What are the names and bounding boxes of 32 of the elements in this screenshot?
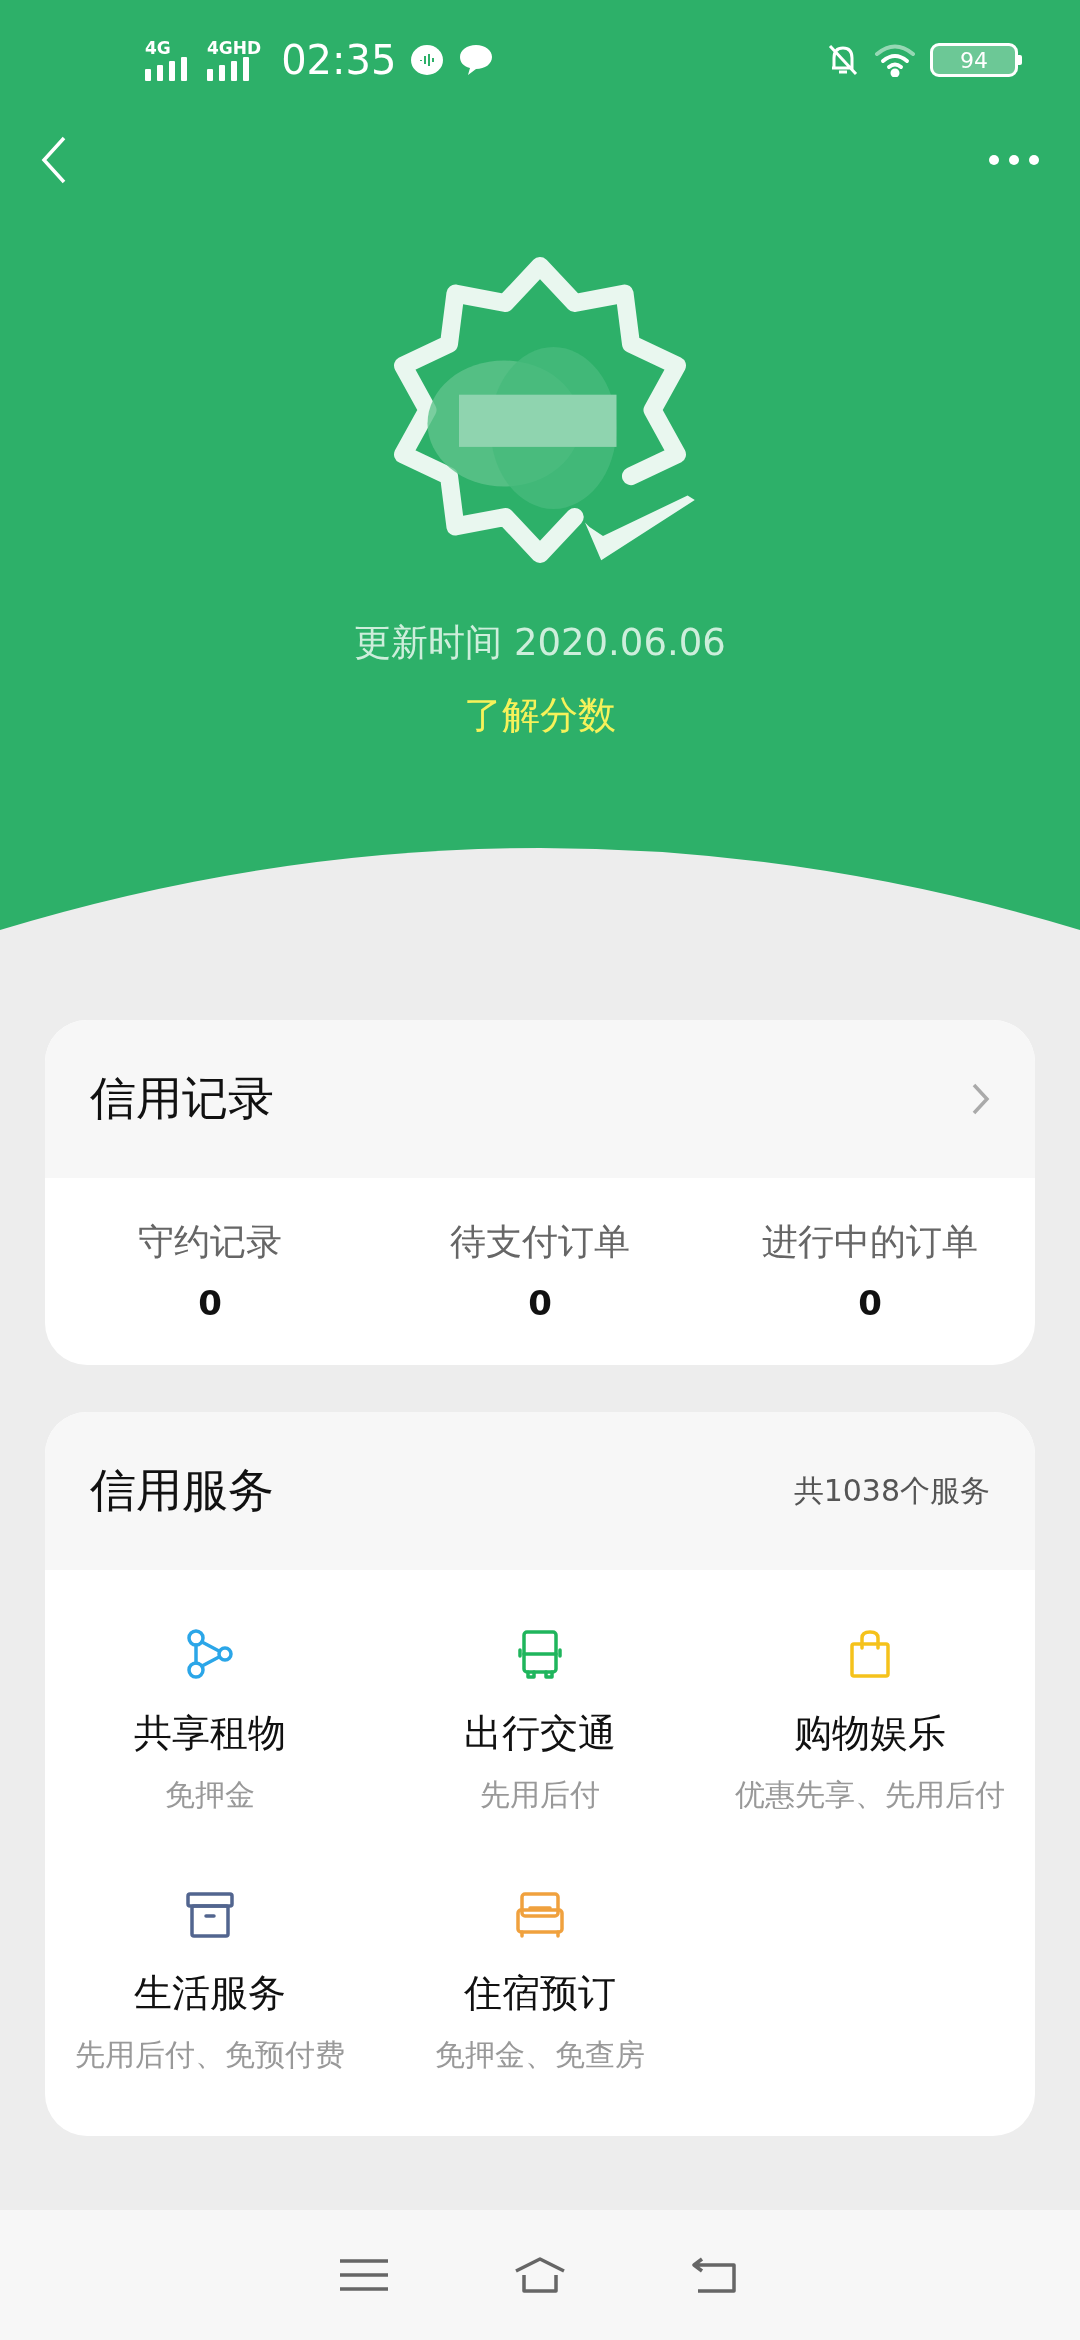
home-icon[interactable] bbox=[512, 2255, 568, 2295]
service-description: 免押金 bbox=[165, 1776, 255, 1814]
muted-bell-icon bbox=[826, 42, 860, 78]
service-name[interactable]: 购物娱乐 bbox=[794, 1708, 946, 1759]
stat-value: 0 bbox=[528, 1283, 552, 1323]
network-label: 4GHD bbox=[207, 39, 262, 57]
status-time: 02:35 bbox=[281, 37, 397, 83]
stat-label: 进行中的订单 bbox=[762, 1220, 978, 1264]
card-title: 信用记录 bbox=[90, 1070, 274, 1127]
service-description: 先用后付 bbox=[480, 1776, 600, 1814]
service-name[interactable]: 出行交通 bbox=[464, 1708, 616, 1759]
more-icon[interactable] bbox=[988, 154, 1040, 166]
service-name[interactable]: 生活服务 bbox=[134, 1968, 286, 2019]
voice-bubble-icon bbox=[410, 44, 445, 76]
stat-label: 守约记录 bbox=[138, 1220, 282, 1264]
service-description: 优惠先享、先用后付 bbox=[735, 1776, 1005, 1814]
service-count: 共1038个服务 bbox=[793, 1471, 990, 1510]
wifi-icon bbox=[874, 43, 916, 77]
service-name[interactable]: 住宿预订 bbox=[464, 1968, 616, 2019]
update-time: 更新时间 2020.06.06 bbox=[354, 620, 726, 666]
network-label: 4G bbox=[145, 39, 171, 57]
card-header[interactable]: 信用记录 bbox=[45, 1020, 1035, 1178]
service-description: 先用后付、免预付费 bbox=[75, 2036, 345, 2074]
stat-label: 待支付订单 bbox=[450, 1220, 630, 1264]
card-title: 信用服务 bbox=[90, 1462, 274, 1519]
service-name[interactable]: 共享租物 bbox=[134, 1708, 286, 1759]
chat-bubble-icon bbox=[458, 43, 495, 77]
stat-value: 0 bbox=[858, 1283, 882, 1323]
back-icon[interactable] bbox=[40, 136, 68, 184]
chevron-right-icon bbox=[972, 1083, 990, 1115]
stat-value: 0 bbox=[198, 1283, 222, 1323]
service-description: 免押金、免查房 bbox=[435, 2036, 645, 2074]
